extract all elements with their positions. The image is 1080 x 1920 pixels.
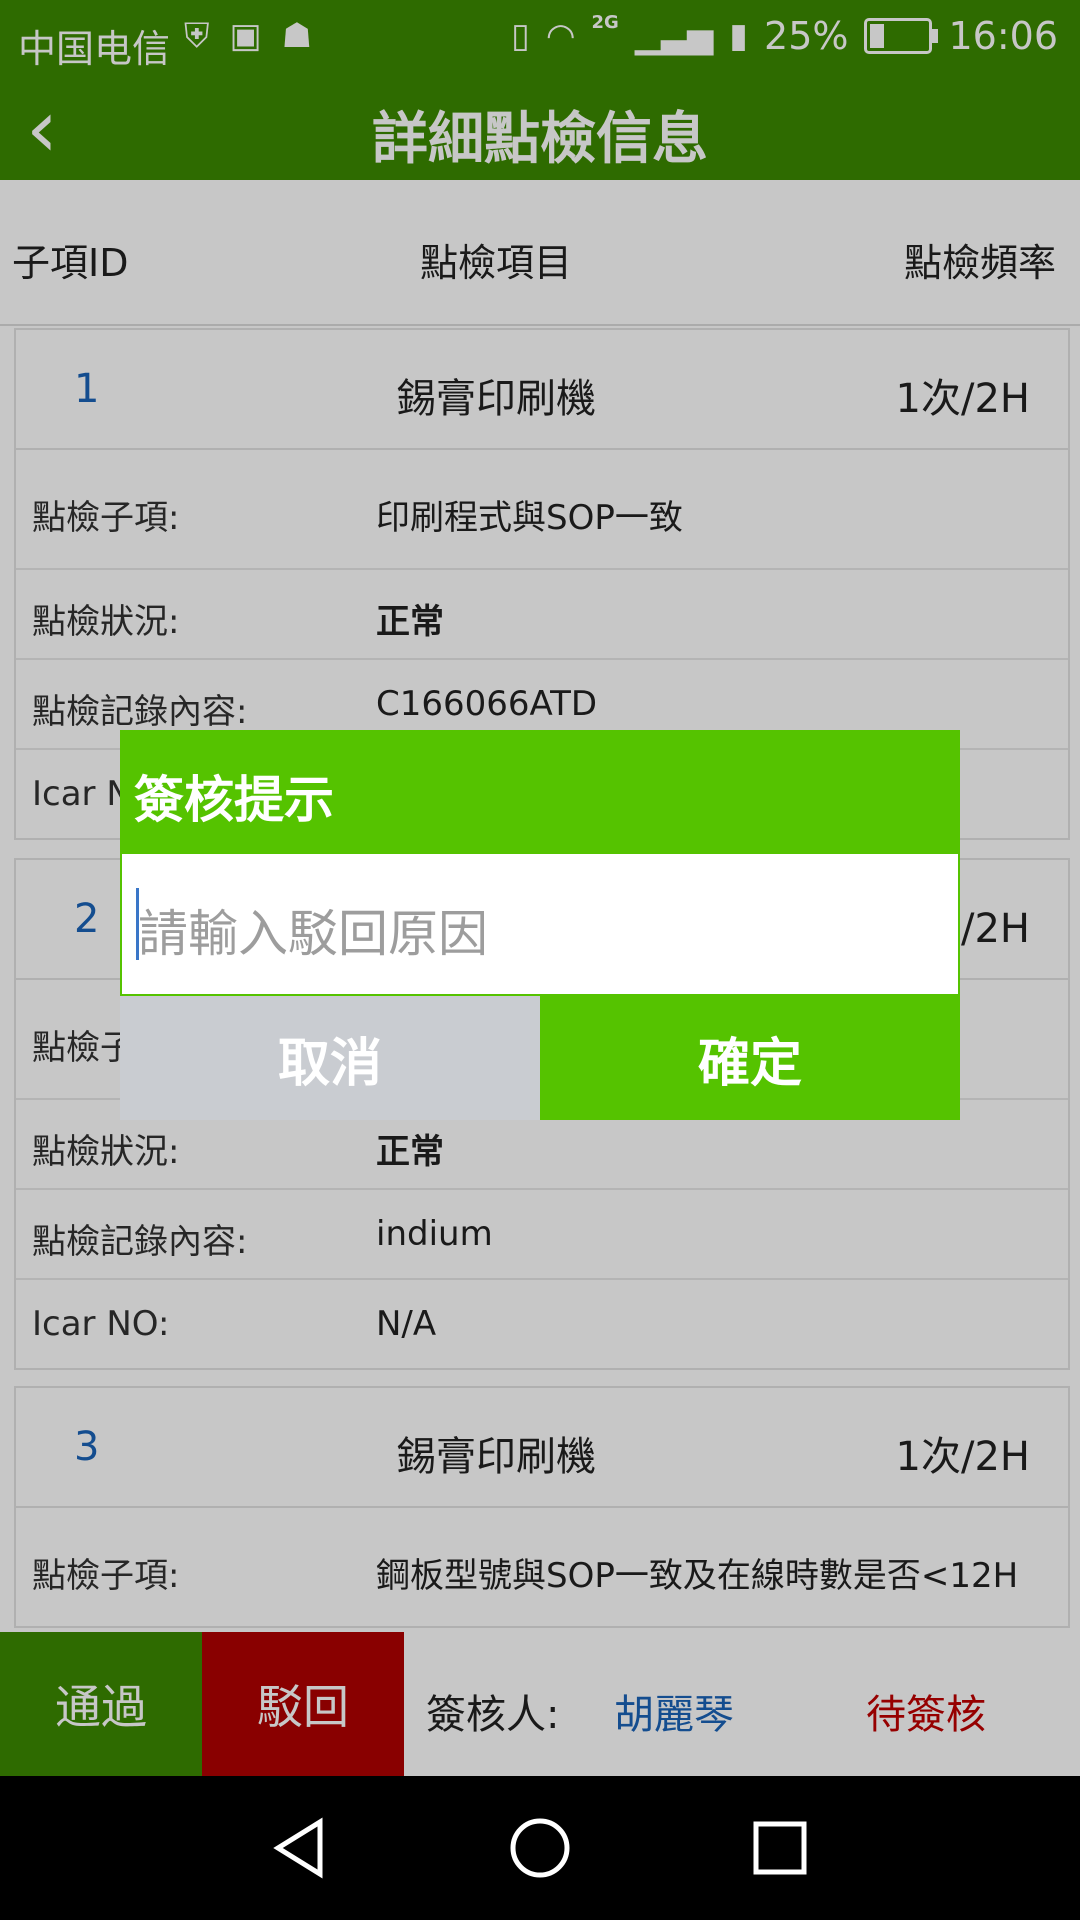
cancel-button[interactable]: 取消 <box>120 996 540 1120</box>
square-recents-icon[interactable] <box>744 1812 816 1884</box>
sign-dialog: 簽核提示 請輸入駁回原因 取消 確定 <box>120 730 960 1120</box>
dialog-header: 簽核提示 <box>120 730 960 852</box>
triangle-back-icon[interactable] <box>264 1812 336 1884</box>
confirm-button[interactable]: 確定 <box>540 996 960 1120</box>
dialog-buttons: 取消 確定 <box>120 996 960 1120</box>
system-nav-bar <box>0 1776 1080 1920</box>
input-placeholder: 請輸入駁回原因 <box>138 905 488 963</box>
reject-reason-input[interactable]: 請輸入駁回原因 <box>120 852 960 996</box>
dialog-title: 簽核提示 <box>134 771 334 829</box>
circle-home-icon[interactable] <box>504 1812 576 1884</box>
